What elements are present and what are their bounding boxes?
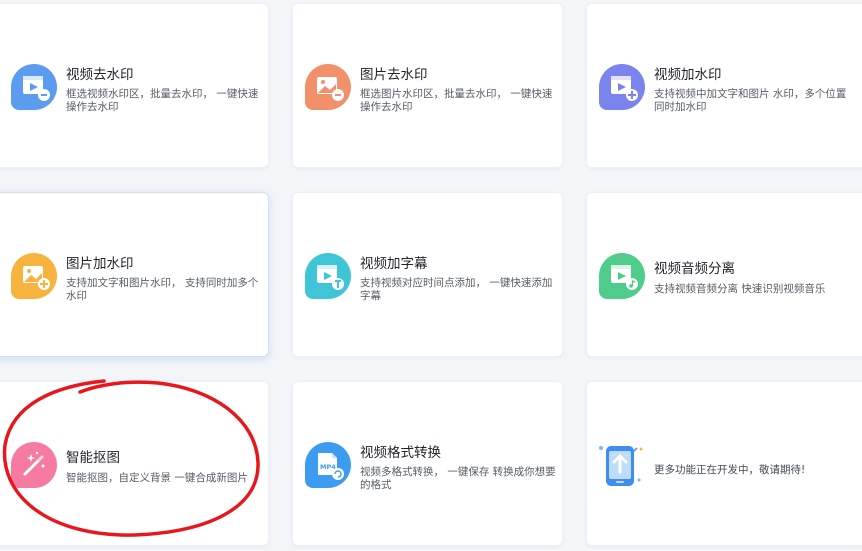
coming-soon-text: 更多功能正在开发中，敬请期待! bbox=[654, 464, 806, 476]
tool-description: 框选图片水印区，批量去水印， 一键快速操作去水印 bbox=[360, 88, 553, 113]
image-badge-icon bbox=[11, 253, 57, 299]
tool-card-video-remove-watermark[interactable]: 视频去水印 框选视频水印区，批量去水印， 一键快速操作去水印 bbox=[0, 3, 269, 168]
tool-description: 视频多格式转换， 一键保存 转换成你想要的格式 bbox=[360, 466, 556, 491]
tool-title: 图片去水印 bbox=[360, 67, 428, 83]
tool-title: 视频加水印 bbox=[654, 67, 722, 83]
video-badge-icon bbox=[599, 64, 645, 110]
tool-card-video-add-watermark[interactable]: 视频加水印 支持视频中加文字和图片 水印，多个位置同时加水印 bbox=[586, 3, 862, 168]
tool-card-smart-cutout[interactable]: 智能抠图 智能抠图，自定义背景 一键合成新图片 bbox=[0, 381, 269, 546]
tool-description: 框选视频水印区，批量去水印， 一键快速操作去水印 bbox=[66, 88, 259, 113]
image-badge-icon bbox=[305, 64, 351, 110]
tool-title: 视频格式转换 bbox=[360, 445, 441, 461]
tool-card-video-audio-separation[interactable]: 视频音频分离 支持视频音频分离 快速识别视频音乐 bbox=[586, 192, 862, 357]
phone-upload-icon bbox=[595, 440, 647, 492]
tool-title: 图片加水印 bbox=[66, 256, 134, 272]
tool-card-image-add-watermark[interactable]: 图片加水印 支持加文字和图片水印， 支持同时加多个水印 bbox=[0, 192, 269, 357]
video-badge-icon bbox=[11, 64, 57, 110]
tool-description: 支持加文字和图片水印， 支持同时加多个水印 bbox=[66, 277, 259, 302]
tool-title: 智能抠图 bbox=[66, 450, 120, 466]
video-badge-icon bbox=[305, 253, 351, 299]
tool-description: 支持视频音频分离 快速识别视频音乐 bbox=[654, 283, 826, 295]
tool-description: 智能抠图，自定义背景 一键合成新图片 bbox=[66, 472, 248, 484]
tool-card-image-remove-watermark[interactable]: 图片去水印 框选图片水印区，批量去水印， 一键快速操作去水印 bbox=[292, 3, 563, 168]
coming-soon-card: 更多功能正在开发中，敬请期待! bbox=[586, 381, 862, 546]
tool-title: 视频去水印 bbox=[66, 67, 134, 83]
tool-description: 支持视频对应时间点添加， 一键快速添加字幕 bbox=[360, 277, 553, 302]
tool-description: 支持视频中加文字和图片 水印，多个位置同时加水印 bbox=[654, 88, 847, 113]
tool-card-video-format-convert[interactable]: MP4 视频格式转换 视频多格式转换， 一键保存 转换成你想要的格式 bbox=[292, 381, 563, 546]
mp4-file-icon: MP4 bbox=[305, 442, 351, 488]
magic-wand-icon bbox=[11, 442, 57, 488]
tool-title: 视频加字幕 bbox=[360, 256, 428, 272]
tool-title: 视频音频分离 bbox=[654, 261, 735, 277]
video-badge-icon bbox=[599, 253, 645, 299]
tool-card-video-subtitles[interactable]: 视频加字幕 支持视频对应时间点添加， 一键快速添加字幕 bbox=[292, 192, 563, 357]
